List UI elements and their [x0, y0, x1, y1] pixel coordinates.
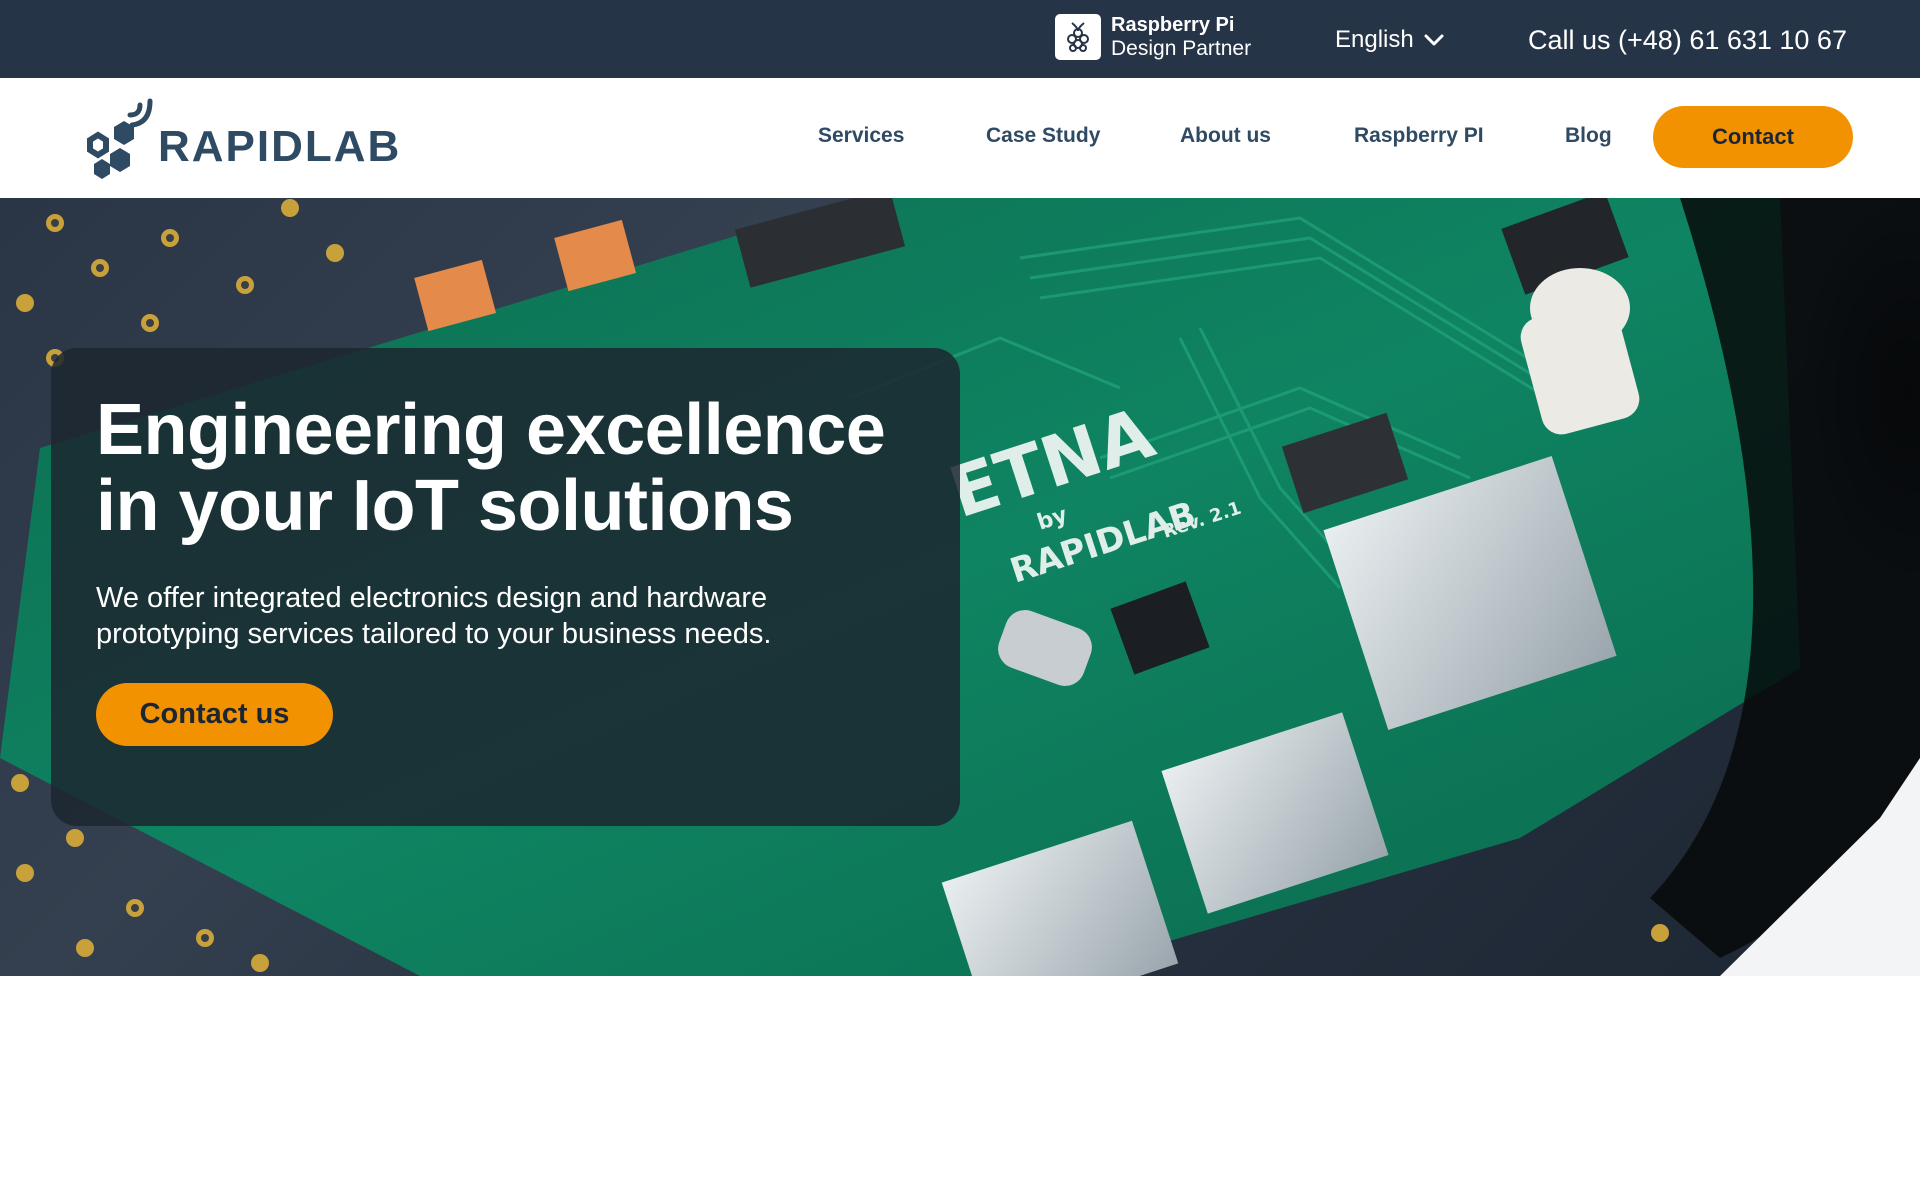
nav-blog[interactable]: Blog	[1565, 124, 1612, 148]
brand-name: RAPIDLAB	[158, 122, 402, 171]
hero-card: Engineering excellence in your IoT solut…	[51, 348, 960, 826]
chevron-down-icon	[1424, 34, 1444, 46]
hero-headline: Engineering excellence in your IoT solut…	[96, 390, 886, 546]
phone-link[interactable]: Call us (+48) 61 631 10 67	[1528, 22, 1847, 58]
contact-button[interactable]: Contact	[1653, 106, 1853, 168]
language-selector[interactable]: English	[1335, 24, 1444, 56]
language-label: English	[1335, 26, 1414, 53]
main-header: RAPIDLAB Services Case Study About us Ra…	[0, 78, 1920, 198]
partner-title: Raspberry Pi	[1111, 14, 1235, 36]
hexagon-signal-logo	[87, 98, 153, 179]
hero-subline: We offer integrated electronics design a…	[96, 582, 772, 650]
nav-about-us[interactable]: About us	[1180, 124, 1271, 148]
nav-services[interactable]: Services	[818, 124, 904, 148]
partner-subtitle: Design Partner	[1111, 37, 1252, 60]
nav-raspberry-pi[interactable]: Raspberry PI	[1354, 124, 1484, 148]
contact-us-button[interactable]: Contact us	[96, 683, 333, 746]
top-bar: Raspberry Pi Design Partner English Call…	[0, 0, 1920, 78]
nav-case-study[interactable]: Case Study	[986, 124, 1100, 148]
raspberry-pi-partner-badge[interactable]: Raspberry Pi Design Partner	[1055, 12, 1251, 62]
partner-text: Raspberry Pi Design Partner	[1111, 13, 1251, 61]
raspberry-pi-icon	[1055, 14, 1101, 60]
brand-logo[interactable]: RAPIDLAB	[80, 90, 401, 186]
hero-section: ETNA by RAPIDLAB Rev. 2.1 Engineering ex…	[0, 198, 1920, 976]
